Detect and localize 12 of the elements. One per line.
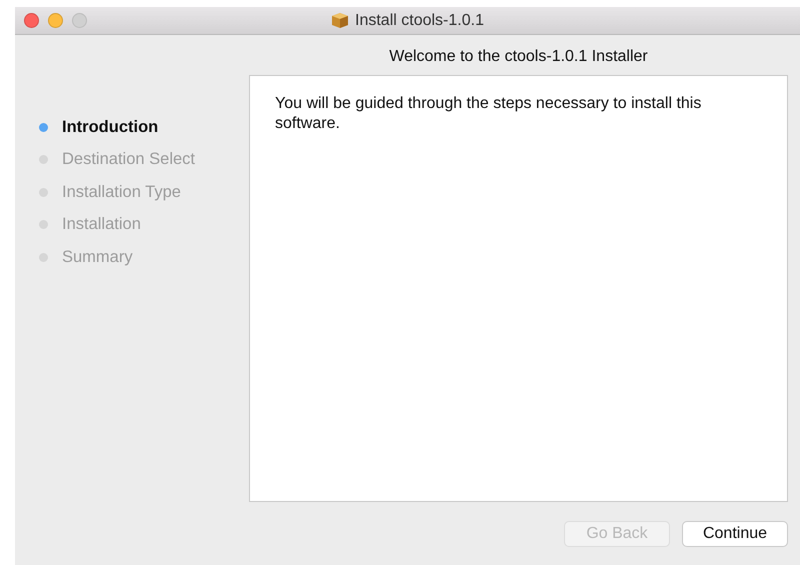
step-label: Installation xyxy=(62,214,141,236)
package-icon xyxy=(331,12,350,29)
close-button[interactable] xyxy=(24,13,39,28)
step-label: Installation Type xyxy=(62,182,181,203)
step-label: Summary xyxy=(62,246,133,268)
step-label: Destination Select xyxy=(62,149,195,170)
step-label: Introduction xyxy=(62,116,158,138)
minimize-button[interactable] xyxy=(48,13,63,28)
window-title: Install ctools-1.0.1 xyxy=(355,10,484,30)
continue-button[interactable]: Continue xyxy=(682,521,788,547)
installer-heading: Welcome to the ctools-1.0.1 Installer xyxy=(388,47,649,67)
intro-text: You will be guided through the steps necessary to install this software. xyxy=(275,95,702,132)
